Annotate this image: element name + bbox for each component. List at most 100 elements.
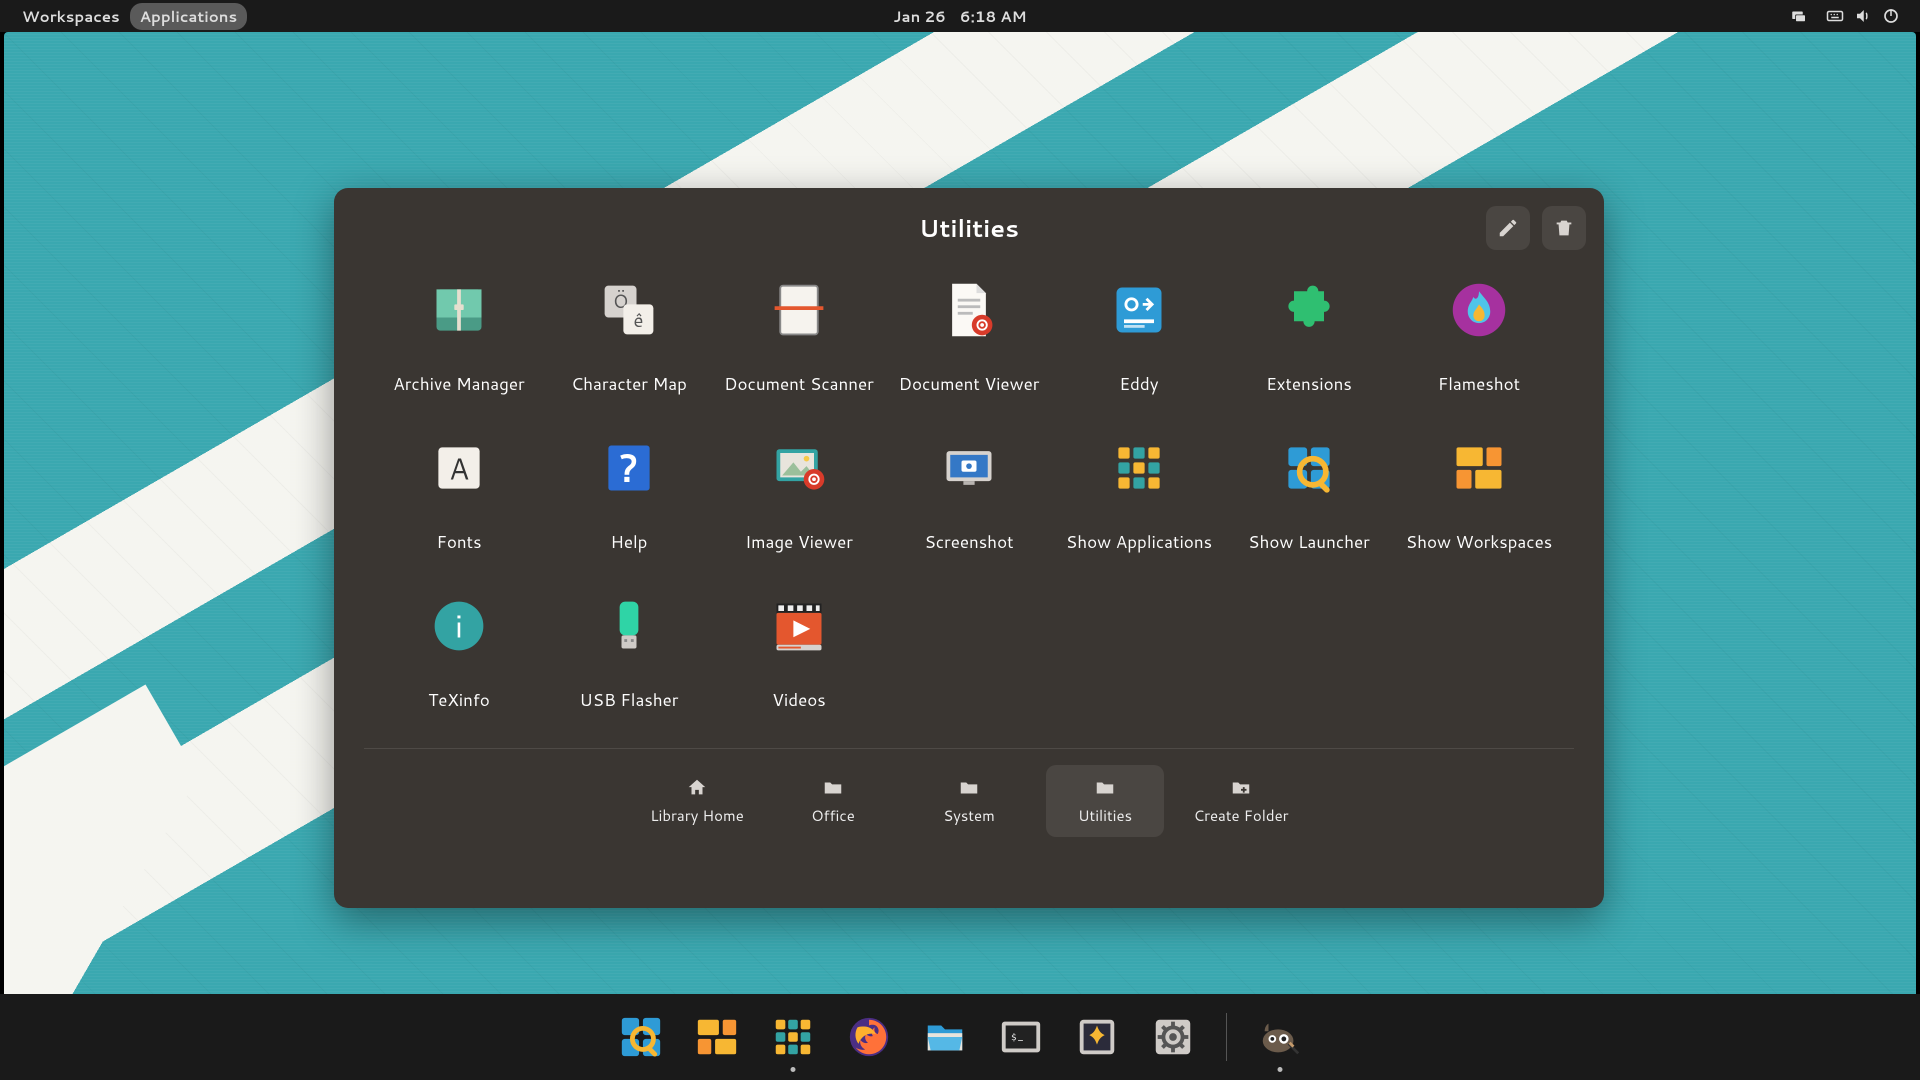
app-label: Flameshot xyxy=(1438,372,1520,396)
app-label: Help xyxy=(611,530,648,554)
keyboard-icon[interactable] xyxy=(1826,7,1844,25)
imageviewer-icon xyxy=(767,436,831,500)
app-help[interactable]: ? Help xyxy=(544,436,714,554)
workspaces-button[interactable]: Workspaces xyxy=(12,3,130,30)
app-screenshot[interactable]: Screenshot xyxy=(884,436,1054,554)
archive-icon xyxy=(427,278,491,342)
charmap-icon: Öê xyxy=(597,278,661,342)
texinfo-icon: i xyxy=(427,594,491,658)
folder-tabs: Library Home Office System Utilities Cre… xyxy=(334,749,1604,859)
dock-workspaces[interactable] xyxy=(694,1014,740,1060)
app-label: Document Scanner xyxy=(724,372,874,396)
app-videos[interactable]: Videos xyxy=(714,594,884,712)
overlay-title: Utilities xyxy=(919,211,1019,245)
folder-label: System xyxy=(943,805,995,826)
folder-create[interactable]: Create Folder xyxy=(1182,765,1300,837)
app-label: USB Flasher xyxy=(580,688,679,712)
folder-label: Create Folder xyxy=(1193,805,1288,826)
power-icon[interactable] xyxy=(1882,7,1900,25)
svg-text:i: i xyxy=(455,603,463,648)
dock-files[interactable] xyxy=(922,1014,968,1060)
app-grid: Archive Manager Öê Character Map Documen… xyxy=(334,268,1604,712)
folder-icon xyxy=(956,777,982,799)
app-flameshot[interactable]: Flameshot xyxy=(1394,278,1564,396)
app-archive-manager[interactable]: Archive Manager xyxy=(374,278,544,396)
app-show-launcher[interactable]: Show Launcher xyxy=(1224,436,1394,554)
pencil-icon xyxy=(1497,217,1519,239)
folder-office[interactable]: Office xyxy=(774,765,892,837)
trash-icon xyxy=(1553,217,1575,239)
files-icon xyxy=(922,1014,968,1060)
app-label: Show Launcher xyxy=(1248,530,1370,554)
app-label: Eddy xyxy=(1119,372,1158,396)
dock-launcher[interactable] xyxy=(618,1014,664,1060)
gimp-icon xyxy=(1257,1014,1303,1060)
svg-text:ê: ê xyxy=(633,307,643,334)
screenshot-icon xyxy=(937,436,1001,500)
workspaces-icon xyxy=(694,1014,740,1060)
volume-icon[interactable] xyxy=(1854,7,1872,25)
dock-firefox[interactable] xyxy=(846,1014,892,1060)
app-label: Screenshot xyxy=(924,530,1013,554)
network-icon[interactable] xyxy=(1790,7,1808,25)
app-texinfo[interactable]: i TeXinfo xyxy=(374,594,544,712)
home-icon xyxy=(684,777,710,799)
app-label: TeXinfo xyxy=(428,688,490,712)
fonts-icon: A xyxy=(427,436,491,500)
svg-text:?: ? xyxy=(619,441,638,494)
overlay-titlebar: Utilities xyxy=(334,188,1604,268)
folder-library-home[interactable]: Library Home xyxy=(638,765,756,837)
workspaces-icon xyxy=(1447,436,1511,500)
launcher-icon xyxy=(618,1014,664,1060)
launcher-icon xyxy=(1277,436,1341,500)
scanner-icon xyxy=(767,278,831,342)
appgrid-icon xyxy=(1107,436,1171,500)
app-show-workspaces[interactable]: Show Workspaces xyxy=(1394,436,1564,554)
folder-label: Office xyxy=(811,805,855,826)
app-usb-flasher[interactable]: USB Flasher xyxy=(544,594,714,712)
folder-icon xyxy=(1092,777,1118,799)
app-image-viewer[interactable]: Image Viewer xyxy=(714,436,884,554)
flameshot-icon xyxy=(1447,278,1511,342)
date-label: Jan 26 xyxy=(893,6,945,27)
app-document-scanner[interactable]: Document Scanner xyxy=(714,278,884,396)
dock-media-player[interactable] xyxy=(1074,1014,1120,1060)
top-panel: Workspaces Applications Jan 26 6:18 AM xyxy=(0,0,1920,32)
app-extensions[interactable]: Extensions xyxy=(1224,278,1394,396)
app-fonts[interactable]: A Fonts xyxy=(374,436,544,554)
app-label: Videos xyxy=(772,688,825,712)
firefox-icon xyxy=(846,1014,892,1060)
dock-separator xyxy=(1226,1013,1227,1061)
clock[interactable]: Jan 26 6:18 AM xyxy=(893,6,1026,27)
svg-text:$_: $_ xyxy=(1010,1028,1023,1045)
delete-folder-button[interactable] xyxy=(1542,206,1586,250)
dock-terminal[interactable]: $_ xyxy=(998,1014,1044,1060)
app-document-viewer[interactable]: Document Viewer xyxy=(884,278,1054,396)
folder-system[interactable]: System xyxy=(910,765,1028,837)
eddy-icon xyxy=(1107,278,1171,342)
dock-applications[interactable] xyxy=(770,1014,816,1060)
applications-overlay: Utilities Archive Manager Öê Character M… xyxy=(334,188,1604,908)
app-eddy[interactable]: Eddy xyxy=(1054,278,1224,396)
app-show-applications[interactable]: Show Applications xyxy=(1054,436,1224,554)
app-label: Archive Manager xyxy=(393,372,524,396)
rename-folder-button[interactable] xyxy=(1486,206,1530,250)
app-character-map[interactable]: Öê Character Map xyxy=(544,278,714,396)
terminal-icon: $_ xyxy=(998,1014,1044,1060)
dock-gimp[interactable] xyxy=(1257,1014,1303,1060)
gear-icon xyxy=(1150,1014,1196,1060)
time-label: 6:18 AM xyxy=(960,6,1027,27)
folder-utilities[interactable]: Utilities xyxy=(1046,765,1164,837)
dock-settings[interactable] xyxy=(1150,1014,1196,1060)
new-folder-icon xyxy=(1228,777,1254,799)
app-label: Image Viewer xyxy=(745,530,853,554)
videos-icon xyxy=(767,594,831,658)
dock: $_ xyxy=(0,994,1920,1080)
app-label: Fonts xyxy=(436,530,481,554)
media-icon xyxy=(1074,1014,1120,1060)
docviewer-icon xyxy=(937,278,1001,342)
app-label: Extensions xyxy=(1266,372,1352,396)
folder-label: Utilities xyxy=(1078,805,1132,826)
app-label: Show Workspaces xyxy=(1406,530,1552,554)
applications-button[interactable]: Applications xyxy=(130,3,247,30)
